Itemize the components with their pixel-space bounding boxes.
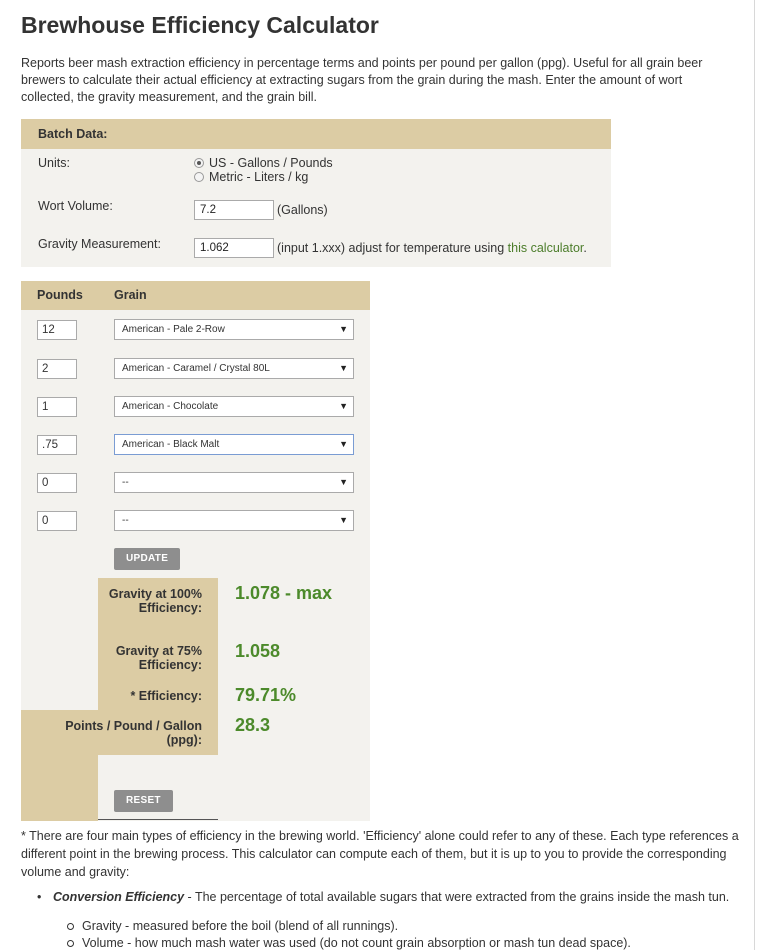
pounds-input[interactable]: 1 [37,397,77,417]
efficiency-footnote: * There are four main types of efficienc… [21,829,739,879]
page-border [754,0,755,950]
radio-unselected-icon[interactable] [194,172,204,182]
list-item: Gravity - measured before the boil (blen… [67,919,398,933]
pounds-input[interactable]: 0 [37,511,77,531]
batch-data-panel: Batch Data: Units: US - Gallons / Pounds… [21,119,611,267]
grain-select-value: American - Chocolate [122,401,219,412]
update-button[interactable]: UPDATE [114,548,181,570]
circle-bullet-icon [67,940,74,948]
pounds-column-header: Pounds [37,288,83,302]
grain-select[interactable]: -- ▼ [114,510,354,531]
gravity-75-label: Gravity at 75% Efficiency: [115,644,202,672]
grain-column-header: Grain [114,288,147,302]
list-item: Volume - how much mash water was used (d… [67,936,631,950]
dropdown-arrow-icon: ▼ [339,401,348,411]
page-title: Brewhouse Efficiency Calculator [21,12,379,38]
sub-item-volume: Volume - how much mash water was used (d… [82,936,631,950]
efficiency-label: * Efficiency: [130,689,202,703]
wort-volume-label: Wort Volume: [38,199,113,213]
grain-select[interactable]: -- ▼ [114,472,354,493]
wort-volume-unit: (Gallons) [277,203,328,217]
units-metric-label: Metric - Liters / kg [209,170,309,184]
units-label: Units: [38,156,70,170]
grain-header: Pounds Grain [21,281,370,310]
bullet-icon: • [37,890,42,904]
gravity-input[interactable]: 1.062 [194,238,274,258]
gravity-note-end: . [583,241,587,255]
divider [98,819,218,820]
units-us-label: US - Gallons / Pounds [209,156,333,170]
dropdown-arrow-icon: ▼ [339,324,348,334]
intro-text: Reports beer mash extraction efficiency … [21,56,703,104]
circle-bullet-icon [67,923,74,931]
gravity-75-value: 1.058 [235,641,281,661]
pounds-input[interactable]: 2 [37,359,77,379]
wort-volume-input[interactable]: 7.2 [194,200,274,220]
pounds-input[interactable]: .75 [37,435,77,455]
grain-select-value: American - Pale 2-Row [122,324,225,335]
max-gravity-label: Gravity at 100% Efficiency: [108,587,202,615]
gravity-label: Gravity Measurement: [38,237,161,251]
list-item-text: Conversion Efficiency - The percentage o… [53,890,729,904]
gravity-note-text: (input 1.xxx) adjust for temperature usi… [277,241,508,255]
efficiency-value: 79.71% [235,685,297,705]
grain-select[interactable]: American - Chocolate ▼ [114,396,354,417]
max-gravity-value: 1.078 - max [235,583,333,603]
grain-select-value: American - Caramel / Crystal 80L [122,363,270,374]
reset-button[interactable]: RESET [114,790,173,812]
gravity-note: (input 1.xxx) adjust for temperature usi… [277,241,587,255]
grain-select-value: -- [122,477,129,488]
batch-data-header: Batch Data: [21,119,611,149]
radio-selected-icon[interactable] [194,158,204,168]
conversion-efficiency-desc: - The percentage of total available suga… [184,890,730,904]
grain-select[interactable]: American - Pale 2-Row ▼ [114,319,354,340]
grain-select[interactable]: American - Caramel / Crystal 80L ▼ [114,358,354,379]
ppg-label: Points / Pound / Gallon (ppg): [65,719,202,747]
grain-select[interactable]: American - Black Malt ▼ [114,434,354,455]
temperature-calculator-link[interactable]: this calculator [508,241,584,255]
pounds-input[interactable]: 12 [37,320,77,340]
sub-item-gravity: Gravity - measured before the boil (blen… [82,919,399,933]
dropdown-arrow-icon: ▼ [339,363,348,373]
conversion-efficiency-title: Conversion Efficiency [53,890,185,904]
units-us-radio[interactable]: US - Gallons / Pounds [194,156,333,170]
units-metric-radio[interactable]: Metric - Liters / kg [194,170,308,184]
dropdown-arrow-icon: ▼ [339,439,348,449]
grain-select-value: -- [122,515,129,526]
pounds-input[interactable]: 0 [37,473,77,493]
dropdown-arrow-icon: ▼ [339,477,348,487]
grain-select-value: American - Black Malt [122,439,220,450]
ppg-value: 28.3 [235,715,271,735]
dropdown-arrow-icon: ▼ [339,515,348,525]
grain-panel: Pounds Grain 12 American - Pale 2-Row ▼ 2… [21,281,370,821]
